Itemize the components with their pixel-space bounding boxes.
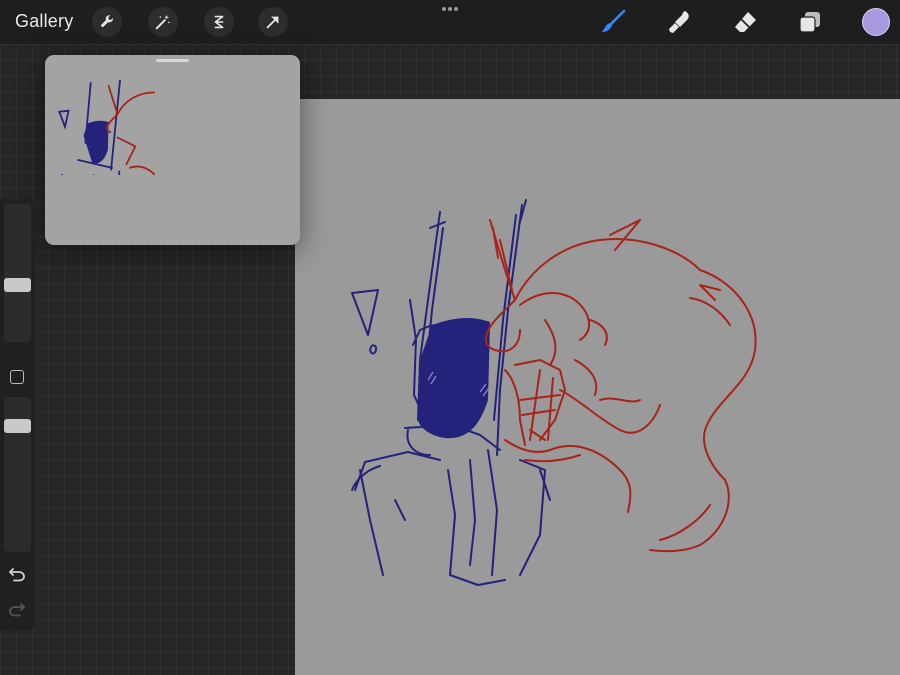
- brush-size-handle[interactable]: [4, 277, 31, 292]
- current-color-button[interactable]: [862, 8, 890, 36]
- redo-icon[interactable]: [8, 601, 26, 617]
- brush-icon: [602, 9, 626, 32]
- top-toolbar: Gallery: [0, 0, 900, 44]
- sketch-artwork: [351, 199, 757, 586]
- reference-panel[interactable]: [45, 55, 300, 245]
- reference-thumbnail: [58, 79, 155, 175]
- selection-button[interactable]: [204, 7, 234, 37]
- adjustments-button[interactable]: [148, 7, 178, 37]
- actions-button[interactable]: [92, 7, 122, 37]
- transform-button[interactable]: [258, 7, 288, 37]
- wrench-icon: [100, 15, 113, 28]
- brush-size-slider[interactable]: [4, 204, 31, 342]
- gallery-button[interactable]: Gallery: [15, 11, 73, 32]
- selection-icon: [214, 15, 224, 29]
- smudge-icon: [669, 11, 689, 33]
- layers-icon: [799, 12, 820, 33]
- undo-icon[interactable]: [8, 566, 26, 582]
- reference-panel-handle[interactable]: [156, 59, 189, 62]
- brush-tool-button[interactable]: [598, 7, 628, 37]
- left-sidebar: [0, 199, 35, 631]
- layers-button[interactable]: [795, 7, 825, 37]
- transform-arrow-icon: [266, 16, 279, 29]
- opacity-handle[interactable]: [4, 419, 31, 434]
- smudge-tool-button[interactable]: [665, 7, 695, 37]
- eraser-icon: [735, 12, 756, 32]
- modify-square-icon[interactable]: [10, 370, 24, 384]
- magic-wand-icon: [155, 14, 171, 30]
- eraser-tool-button[interactable]: [730, 7, 760, 37]
- more-dots-icon[interactable]: [441, 6, 459, 12]
- drawing-canvas[interactable]: [295, 99, 900, 675]
